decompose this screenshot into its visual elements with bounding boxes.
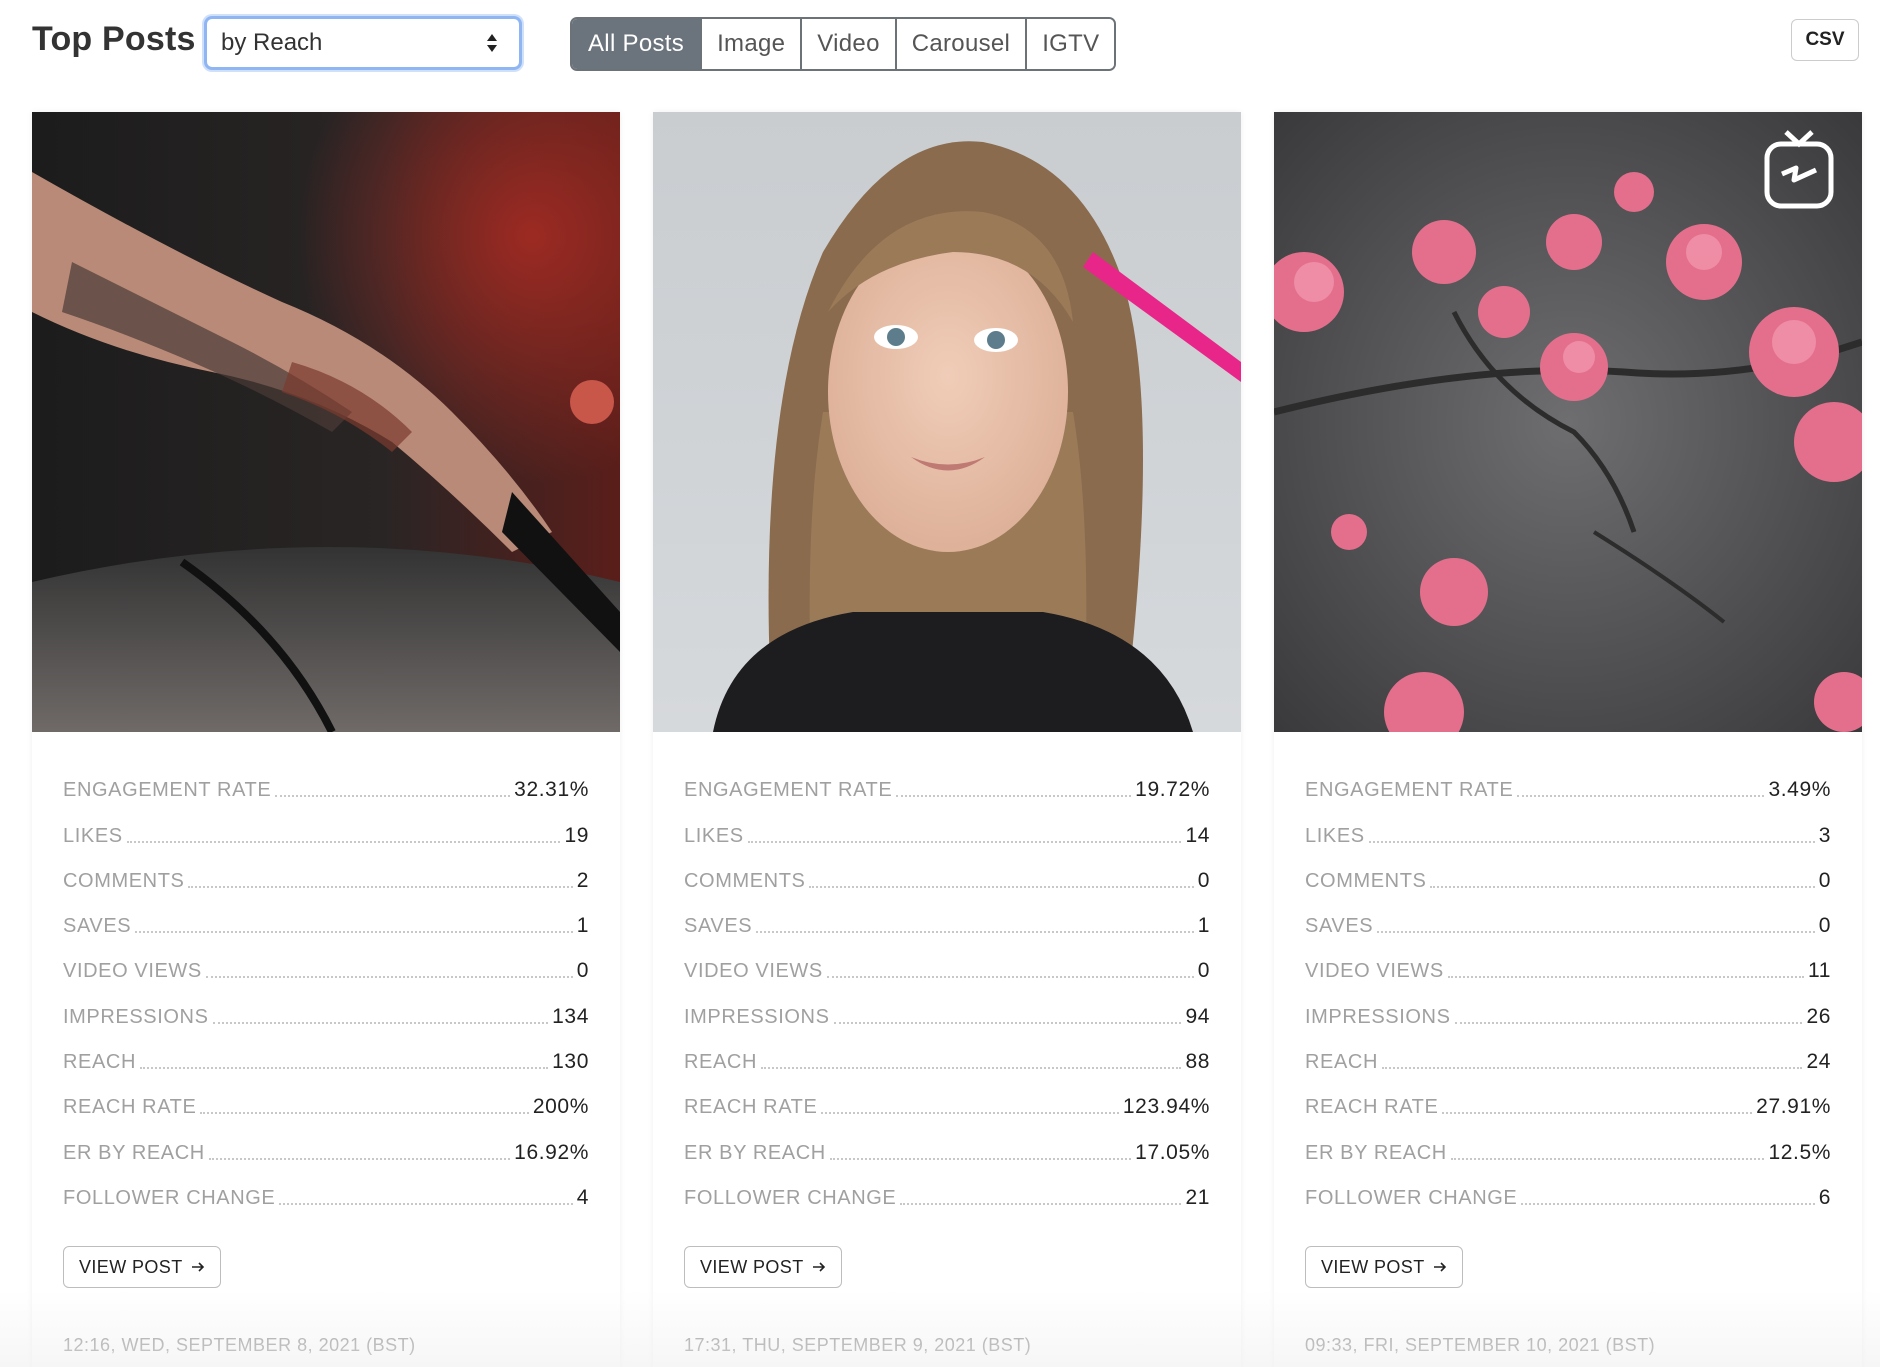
stat-row: ENGAGEMENT RATE 32.31% [63, 778, 589, 802]
sort-select[interactable]: by Reach [204, 16, 522, 70]
stat-row: ENGAGEMENT RATE 19.72% [684, 778, 1210, 802]
post-card: ENGAGEMENT RATE 32.31% LIKES 19 COMMENTS 2 … [32, 112, 620, 1367]
stat-row: VIDEO VIEWS 0 [63, 959, 589, 983]
tab-image[interactable]: Image [700, 19, 801, 69]
stat-row: FOLLOWER CHANGE 4 [63, 1185, 589, 1209]
post-date: 17:31, THU, SEPTEMBER 9, 2021 (BST) [684, 1335, 1032, 1355]
stat-row: REACH 88 [684, 1050, 1210, 1074]
arrow-right-icon [1433, 1262, 1446, 1272]
stat-row: FOLLOWER CHANGE 6 [1305, 1185, 1831, 1209]
view-post-button[interactable]: VIEW POST [1305, 1246, 1463, 1288]
stat-row: COMMENTS 0 [1305, 868, 1831, 892]
post-date: 09:33, FRI, SEPTEMBER 10, 2021 (BST) [1305, 1335, 1656, 1355]
stat-row: ER BY REACH 16.92% [63, 1140, 589, 1164]
post-image[interactable] [1274, 112, 1862, 732]
stat-row: COMMENTS 0 [684, 868, 1210, 892]
stat-row: LIKES 14 [684, 823, 1210, 847]
page-title: Top Posts [32, 20, 196, 58]
post-image[interactable] [653, 112, 1241, 732]
post-type-filter: All Posts Image Video Carousel IGTV [570, 17, 1117, 71]
post-card: ENGAGEMENT RATE 3.49% LIKES 3 COMMENTS 0 SA… [1274, 112, 1862, 1367]
stat-row: ER BY REACH 17.05% [684, 1140, 1210, 1164]
stat-row: SAVES 1 [684, 914, 1210, 938]
arrow-right-icon [812, 1262, 825, 1272]
stat-row: REACH RATE 200% [63, 1095, 589, 1119]
stat-row: SAVES 1 [63, 914, 589, 938]
csv-export-button[interactable]: CSV [1791, 19, 1859, 61]
post-image[interactable] [32, 112, 620, 732]
top-bar: Top Posts by Reach All Posts Image Video… [0, 0, 1880, 100]
stat-row: REACH 130 [63, 1050, 589, 1074]
tab-carousel[interactable]: Carousel [894, 19, 1026, 69]
arrow-right-icon [191, 1262, 204, 1272]
post-stats: ENGAGEMENT RATE 3.49% LIKES 3 COMMENTS 0 SA… [1305, 757, 1831, 1210]
stat-row: REACH 24 [1305, 1050, 1831, 1074]
post-stats: ENGAGEMENT RATE 19.72% LIKES 14 COMMENTS 0 … [684, 757, 1210, 1210]
stat-row: LIKES 19 [63, 823, 589, 847]
stat-row: IMPRESSIONS 134 [63, 1004, 589, 1028]
stat-row: VIDEO VIEWS 11 [1305, 959, 1831, 983]
tab-all-posts[interactable]: All Posts [572, 19, 701, 69]
stat-row: VIDEO VIEWS 0 [684, 959, 1210, 983]
stat-row: IMPRESSIONS 94 [684, 1004, 1210, 1028]
stat-row: COMMENTS 2 [63, 868, 589, 892]
post-stats: ENGAGEMENT RATE 32.31% LIKES 19 COMMENTS 2 … [63, 757, 589, 1210]
stat-row: FOLLOWER CHANGE 21 [684, 1185, 1210, 1209]
select-arrows-icon [487, 34, 497, 52]
stat-row: ER BY REACH 12.5% [1305, 1140, 1831, 1164]
view-post-button[interactable]: VIEW POST [684, 1246, 842, 1288]
stat-row: SAVES 0 [1305, 914, 1831, 938]
sort-select-value: by Reach [221, 29, 323, 56]
stat-row: LIKES 3 [1305, 823, 1831, 847]
stat-row: REACH RATE 123.94% [684, 1095, 1210, 1119]
stat-row: REACH RATE 27.91% [1305, 1095, 1831, 1119]
post-date: 12:16, WED, SEPTEMBER 8, 2021 (BST) [63, 1335, 416, 1355]
view-post-button[interactable]: VIEW POST [63, 1246, 221, 1288]
stat-row: ENGAGEMENT RATE 3.49% [1305, 778, 1831, 802]
tab-video[interactable]: Video [800, 19, 895, 69]
stat-row: IMPRESSIONS 26 [1305, 1004, 1831, 1028]
post-card: ENGAGEMENT RATE 19.72% LIKES 14 COMMENTS 0 … [653, 112, 1241, 1367]
tab-igtv[interactable]: IGTV [1025, 19, 1115, 69]
